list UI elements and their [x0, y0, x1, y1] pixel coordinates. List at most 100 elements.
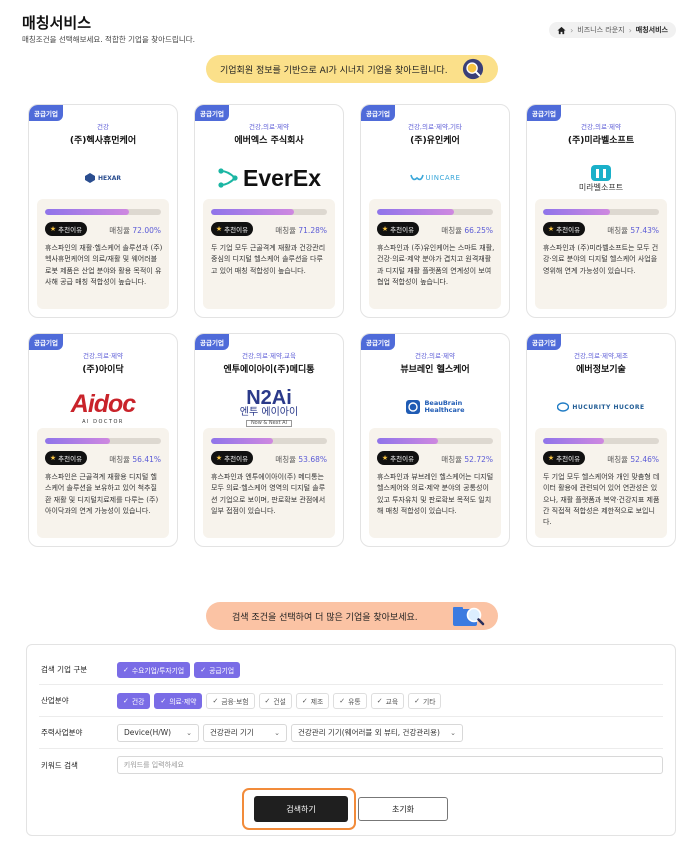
page-title: 매칭서비스	[22, 14, 92, 32]
search-banner: 검색 조건을 선택하여 더 많은 기업을 찾아보세요.	[206, 602, 498, 630]
company-category: 건강,의료·제약,기타	[407, 123, 463, 131]
reason-badge[interactable]: ★ 추천이유	[45, 222, 87, 236]
match-description: 휴스파인과 뷰브레인 헬스케어는 디지털 헬스케어와 의료·제약 분야의 공통성…	[377, 473, 494, 515]
supplier-badge: 공급기업	[527, 105, 561, 121]
filter-checkbox[interactable]: ✓ 건강	[117, 692, 151, 709]
company-category: 건강,의료·제약	[414, 352, 455, 360]
reason-badge[interactable]: ★ 추천이유	[211, 451, 253, 465]
reason-badge[interactable]: ★ 추천이유	[377, 222, 419, 236]
supplier-badge: 공급기업	[29, 105, 63, 121]
company-card[interactable]: 공급기업 건강,의료·제약 에버엑스 주식회사 EverEx ★ 추천이유 매칭율 71.2…	[194, 104, 344, 318]
match-rate: 매칭율 66.25%	[441, 226, 493, 235]
company-category: 건강,의료·제약,제조	[573, 352, 629, 360]
filter-checkbox[interactable]: ✓ 유통	[333, 692, 367, 709]
banner-text: 기업회원 정보를 기반으로 AI가 시너지 기업을 찾아드립니다.	[220, 65, 448, 76]
match-box: ★ 추천이유 매칭율 52.72% 휴스파인과 뷰브레인 헬스케어는 디지털 헬스케어…	[369, 428, 501, 538]
magnifier-icon	[462, 58, 484, 80]
supplier-badge: 공급기업	[195, 334, 229, 350]
row-keyword: 키워드 검색 키워드를 입력하세요	[39, 749, 663, 781]
company-logo: UINCARE	[409, 174, 461, 182]
ai-match-banner: 기업회원 정보를 기반으로 AI가 시너지 기업을 찾아드립니다.	[206, 55, 498, 83]
company-card[interactable]: 공급기업 건강 (주)헥사휴먼케어 HEXAR ★ 추천이유 매칭율 72.00% 휴스파인의…	[28, 104, 178, 318]
chevron-down-icon: ⌄	[274, 728, 280, 737]
home-icon[interactable]	[557, 26, 566, 35]
company-card[interactable]: 공급기업 건강,의료·제약,기타 (주)유인케어 UINCARE ★ 추천이유 매칭율 66…	[360, 104, 510, 318]
company-category: 건강,의료·제약,교육	[241, 352, 297, 360]
filter-checkbox[interactable]: ✓ 수요기업/투자기업	[117, 661, 191, 678]
company-logo: N2Ai 엔투 에이아이 Now & Next AI	[239, 386, 299, 427]
company-logo: HEXAR	[84, 173, 121, 183]
filter-checkbox[interactable]: ✓ 건설	[258, 692, 292, 709]
star-icon: ★	[381, 225, 389, 233]
reason-badge[interactable]: ★ 추천이유	[211, 222, 253, 236]
match-rate: 매칭율 56.41%	[109, 455, 161, 464]
match-description: 두 기업 모두 헬스케어와 개인 맞춤형 데이터 활용에 관련되어 있어 연관성…	[543, 473, 660, 527]
reason-badge[interactable]: ★ 추천이유	[543, 222, 585, 236]
match-rate: 매칭율 72.00%	[109, 226, 161, 235]
filter-checkbox[interactable]: ✓ 공급기업	[194, 661, 241, 678]
company-category: 건강,의료·제약	[82, 352, 123, 360]
business-select-2[interactable]: 건강관리 기기 ⌄	[203, 723, 287, 742]
match-box: ★ 추천이유 매칭율 52.46% 두 기업 모두 헬스케어와 개인 맞춤형 데이터 …	[535, 428, 667, 538]
company-card[interactable]: 공급기업건강,의료·제약뷰브레인 헬스케어 BeauBrain Healthcare…	[360, 333, 510, 547]
check-icon: ✓	[123, 696, 129, 705]
match-progress	[211, 438, 327, 444]
supplier-badge: 공급기업	[195, 105, 229, 121]
row-business: 주력사업분야 Device(H/W) ⌄ 건강관리 기기 ⌄ 건강관리 기기(웨어러…	[39, 717, 663, 749]
supplier-badge: 공급기업	[29, 334, 63, 350]
supplier-badge: 공급기업	[361, 334, 395, 350]
keyword-input[interactable]: 키워드를 입력하세요	[116, 756, 663, 774]
filter-checkbox[interactable]: ✓ 교육	[370, 692, 405, 709]
company-logo: 미라벨소프트	[579, 164, 623, 193]
breadcrumb-item-lounge[interactable]: 비즈니스 라운지	[577, 25, 624, 35]
company-name: (주)아이닥	[82, 365, 124, 375]
company-card[interactable]: 공급기업 건강,의료·제약 (주)아이닥 Aidoc AI DOCTOR ★ 추천이유 매칭율…	[28, 333, 178, 547]
match-box: ★ 추천이유 매칭율 72.00% 휴스파인의 재활·헬스케어 솔루션과 (주)헥사휴…	[37, 199, 169, 309]
check-icon: ✓	[414, 696, 420, 705]
match-description: 휴스파인과 (주)미라벨소프트는 모두 건강·의료 분야의 디지털 헬스케어 사…	[543, 244, 659, 275]
chevron-down-icon: ⌄	[186, 728, 192, 737]
match-progress	[543, 209, 659, 215]
company-category: 건강	[97, 123, 109, 131]
star-icon: ★	[215, 225, 223, 233]
reason-badge[interactable]: ★ 추천이유	[45, 451, 87, 465]
company-category: 건강,의료·제약	[248, 123, 289, 131]
match-description: 휴스파인과 (주)유인케어는 스마트 재활, 건강·의료·제약 분야가 겹치고 …	[377, 244, 495, 286]
filter-checkbox[interactable]: ✓ 제조	[295, 692, 330, 709]
match-progress	[211, 209, 327, 215]
match-description: 두 기업 모두 근골격계 재활과 건강관리 중심의 디지털 헬스케어 솔루션을 …	[211, 244, 326, 275]
company-name: 엔투에이아이(주)메디통	[223, 365, 315, 375]
search-button[interactable]: 검색하기	[254, 796, 348, 822]
match-rate: 매칭율 53.68%	[275, 455, 327, 464]
business-select-3[interactable]: 건강관리 기기(웨어러블 외 뷰티, 건강관리용) ⌄	[291, 723, 463, 742]
company-name: 에버정보기술	[576, 365, 626, 375]
match-progress	[377, 209, 493, 215]
filter-checkbox[interactable]: ✓ 금융·보험	[206, 692, 255, 709]
supplier-badge: 공급기업	[527, 334, 561, 350]
match-box: ★ 추천이유 매칭율 66.25% 휴스파인과 (주)유인케어는 스마트 재활, 건강…	[369, 199, 501, 309]
company-card[interactable]: 공급기업건강,의료·제약,제조에버정보기술 HUCURITY HUCORE ★ 추천이…	[526, 333, 676, 547]
company-card[interactable]: 공급기업건강,의료·제약,교육엔투에이아이(주)메디통 N2Ai 엔투 에이아이 No…	[194, 333, 344, 547]
company-category: 건강,의료·제약	[580, 123, 621, 131]
match-rate: 매칭율 57.43%	[607, 226, 659, 235]
company-name: 뷰브레인 헬스케어	[400, 365, 470, 375]
row-label: 주력사업분야	[41, 728, 83, 737]
business-select-1[interactable]: Device(H/W) ⌄	[117, 723, 199, 742]
company-name: (주)미라벨소프트	[567, 136, 635, 146]
reason-badge[interactable]: ★ 추천이유	[377, 451, 419, 465]
star-icon: ★	[215, 454, 223, 462]
check-icon: ✓	[123, 665, 129, 674]
row-industry: 산업분야 ✓ 건강 ✓ 의료·제약 ✓ 금융·보험 ✓ 건설 ✓ 제조 ✓ 유통 ✓ 교육 ✓ 기타	[39, 685, 663, 717]
company-name: (주)헥사휴먼케어	[69, 136, 137, 146]
company-name: (주)유인케어	[410, 136, 460, 146]
company-card[interactable]: 공급기업건강,의료·제약 (주)미라벨소프트미라벨소프트 ★ 추천이유 매칭율 57.4…	[526, 104, 676, 318]
filter-checkbox[interactable]: ✓ 의료·제약	[154, 692, 203, 709]
company-logo: BeauBrain Healthcare	[405, 399, 465, 415]
check-icon: ✓	[339, 696, 346, 705]
company-logo: HUCURITY HUCORE	[557, 402, 644, 412]
star-icon: ★	[547, 454, 555, 462]
row-label: 키워드 검색	[41, 760, 78, 770]
filter-checkbox[interactable]: ✓ 기타	[408, 692, 442, 709]
reset-button[interactable]: 초기화	[358, 797, 448, 821]
reason-badge[interactable]: ★ 추천이유	[543, 451, 585, 465]
